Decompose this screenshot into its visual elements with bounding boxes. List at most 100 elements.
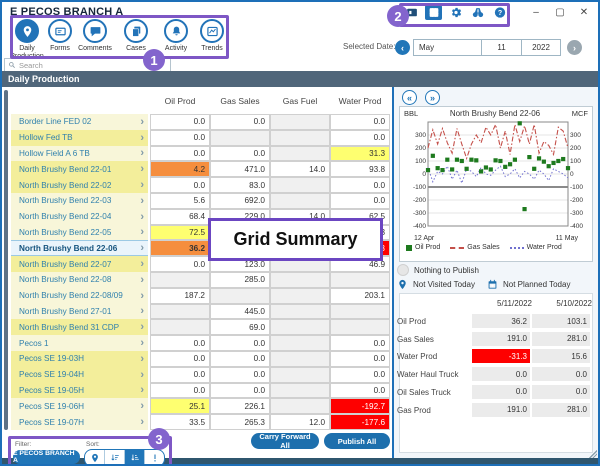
grid-cell[interactable] xyxy=(330,304,390,320)
close-button[interactable]: ✕ xyxy=(572,2,596,22)
grid-cell[interactable]: 93.8 xyxy=(330,161,390,177)
day-field[interactable]: 11 xyxy=(482,40,522,55)
minimize-button[interactable]: – xyxy=(524,2,548,22)
grid-cell[interactable]: 285.0 xyxy=(210,272,270,288)
sort-amount-button[interactable] xyxy=(105,450,125,466)
grid-cell[interactable]: 0.0 xyxy=(210,335,270,351)
well-list-item[interactable]: North Brushy Bend 27-01› xyxy=(11,304,148,320)
grid-cell[interactable] xyxy=(270,177,330,193)
branch-filter-button[interactable]: E PECOS BRANCH A xyxy=(13,450,80,464)
grid-cell[interactable] xyxy=(330,272,390,288)
well-list-item[interactable]: Pecos SE 19-05H› xyxy=(11,383,148,399)
grid-cell[interactable] xyxy=(270,272,330,288)
grid-cell[interactable]: 265.3 xyxy=(210,414,270,430)
well-list-item[interactable]: Hollow Field A 6 TB› xyxy=(11,146,148,162)
grid-cell[interactable]: 0.0 xyxy=(150,256,210,272)
toolbar-item-comments[interactable]: Comments xyxy=(73,19,117,53)
well-list-item[interactable]: North Brushy Bend 22-08› xyxy=(11,272,148,288)
grid-cell[interactable] xyxy=(270,304,330,320)
grid-cell[interactable] xyxy=(270,146,330,162)
grid-cell[interactable] xyxy=(270,367,330,383)
grid-cell[interactable] xyxy=(270,335,330,351)
grid-cell[interactable]: 0.0 xyxy=(150,383,210,399)
grid-cell[interactable] xyxy=(270,130,330,146)
grid-cell[interactable] xyxy=(210,130,270,146)
grid-cell[interactable]: 12.0 xyxy=(270,414,330,430)
well-list-item[interactable]: North Brushy Bend 31 CDP› xyxy=(11,319,148,335)
chart-last-button[interactable]: » xyxy=(425,90,440,105)
help-icon[interactable]: ? xyxy=(491,5,508,20)
grid-cell[interactable]: 0.0 xyxy=(150,146,210,162)
grid-cell[interactable] xyxy=(270,114,330,130)
well-list-item[interactable]: North Brushy Bend 22-02› xyxy=(11,177,148,193)
grid-cell[interactable]: 471.0 xyxy=(210,161,270,177)
toolbar-item-trends[interactable]: Trends xyxy=(190,19,234,53)
grid-cell[interactable] xyxy=(210,288,270,304)
grid-cell[interactable]: 187.2 xyxy=(150,288,210,304)
sort-pin-button[interactable] xyxy=(85,450,105,466)
well-list-item[interactable]: North Brushy Bend 22-03› xyxy=(11,193,148,209)
grid-cell[interactable]: 0.0 xyxy=(330,351,390,367)
grid-cell[interactable]: 72.5 xyxy=(150,225,210,241)
grid-cell[interactable]: 83.0 xyxy=(210,177,270,193)
well-list-item[interactable]: Pecos SE 19-06H› xyxy=(11,398,148,414)
grid-cell[interactable]: 0.0 xyxy=(150,335,210,351)
grid-cell[interactable] xyxy=(270,383,330,399)
well-list-item[interactable]: Pecos SE 19-03H› xyxy=(11,351,148,367)
grid-cell[interactable]: 203.1 xyxy=(330,288,390,304)
settings-gear-icon[interactable] xyxy=(447,5,464,20)
carry-forward-all-button[interactable]: Carry Forward All xyxy=(251,433,319,449)
grid-cell[interactable]: 692.0 xyxy=(210,193,270,209)
sort-exclamation-button[interactable] xyxy=(145,450,164,466)
binoculars-icon[interactable] xyxy=(469,5,486,20)
grid-cell[interactable]: 0.0 xyxy=(330,177,390,193)
grid-cell[interactable]: 0.0 xyxy=(210,114,270,130)
grid-cell[interactable]: 0.0 xyxy=(150,367,210,383)
grid-cell[interactable] xyxy=(270,398,330,414)
grid-cell[interactable]: 0.0 xyxy=(210,367,270,383)
grid-cell[interactable]: 0.0 xyxy=(150,130,210,146)
grid-cell[interactable]: 4.2 xyxy=(150,161,210,177)
chart-first-button[interactable]: « xyxy=(402,90,417,105)
well-list-scrollbar[interactable] xyxy=(4,90,8,430)
grid-cell[interactable] xyxy=(270,288,330,304)
grid-view-icon[interactable] xyxy=(425,5,442,20)
grid-cell[interactable]: 0.0 xyxy=(150,177,210,193)
grid-cell[interactable]: 0.0 xyxy=(150,114,210,130)
grid-cell[interactable]: 226.1 xyxy=(210,398,270,414)
grid-cell[interactable]: 68.4 xyxy=(150,209,210,225)
grid-cell[interactable] xyxy=(270,193,330,209)
grid-cell[interactable]: 0.0 xyxy=(210,383,270,399)
grid-cell[interactable]: 0.0 xyxy=(330,130,390,146)
grid-cell[interactable]: 14.0 xyxy=(270,161,330,177)
sort-amount-alt-button[interactable] xyxy=(125,450,145,466)
grid-cell[interactable] xyxy=(330,319,390,335)
grid-cell[interactable]: 0.0 xyxy=(210,146,270,162)
grid-cell[interactable]: 31.3 xyxy=(330,146,390,162)
grid-cell[interactable]: 445.0 xyxy=(210,304,270,320)
grid-cell[interactable]: 0.0 xyxy=(330,383,390,399)
grid-cell[interactable]: 5.6 xyxy=(150,193,210,209)
maximize-button[interactable]: ▢ xyxy=(548,2,572,22)
well-list-item[interactable]: North Brushy Bend 22-06› xyxy=(11,240,148,256)
well-list-item[interactable]: North Brushy Bend 22-01› xyxy=(11,161,148,177)
month-field[interactable]: May xyxy=(414,40,482,55)
grid-cell[interactable] xyxy=(150,272,210,288)
grid-cell[interactable]: 0.0 xyxy=(330,193,390,209)
grid-cell[interactable]: 0.0 xyxy=(210,351,270,367)
well-list-item[interactable]: North Brushy Bend 22-08/09› xyxy=(11,288,148,304)
toolbar-item-cases[interactable]: Cases xyxy=(114,19,158,53)
grid-cell[interactable]: 0.0 xyxy=(150,351,210,367)
grid-cell[interactable]: -177.6 xyxy=(330,414,390,430)
grid-cell[interactable] xyxy=(150,304,210,320)
grid-cell[interactable]: 25.1 xyxy=(150,398,210,414)
next-date-button[interactable]: › xyxy=(567,40,582,55)
well-list-item[interactable]: North Brushy Bend 22-07› xyxy=(11,256,148,272)
well-list-item[interactable]: North Brushy Bend 22-05› xyxy=(11,225,148,241)
resize-grip[interactable] xyxy=(589,450,597,458)
grid-cell[interactable]: 0.0 xyxy=(330,335,390,351)
grid-cell[interactable]: -192.7 xyxy=(330,398,390,414)
well-list-item[interactable]: Pecos SE 19-07H› xyxy=(11,414,148,430)
publish-all-button[interactable]: Publish All xyxy=(324,433,390,449)
well-list-item[interactable]: Pecos SE 19-04H› xyxy=(11,367,148,383)
